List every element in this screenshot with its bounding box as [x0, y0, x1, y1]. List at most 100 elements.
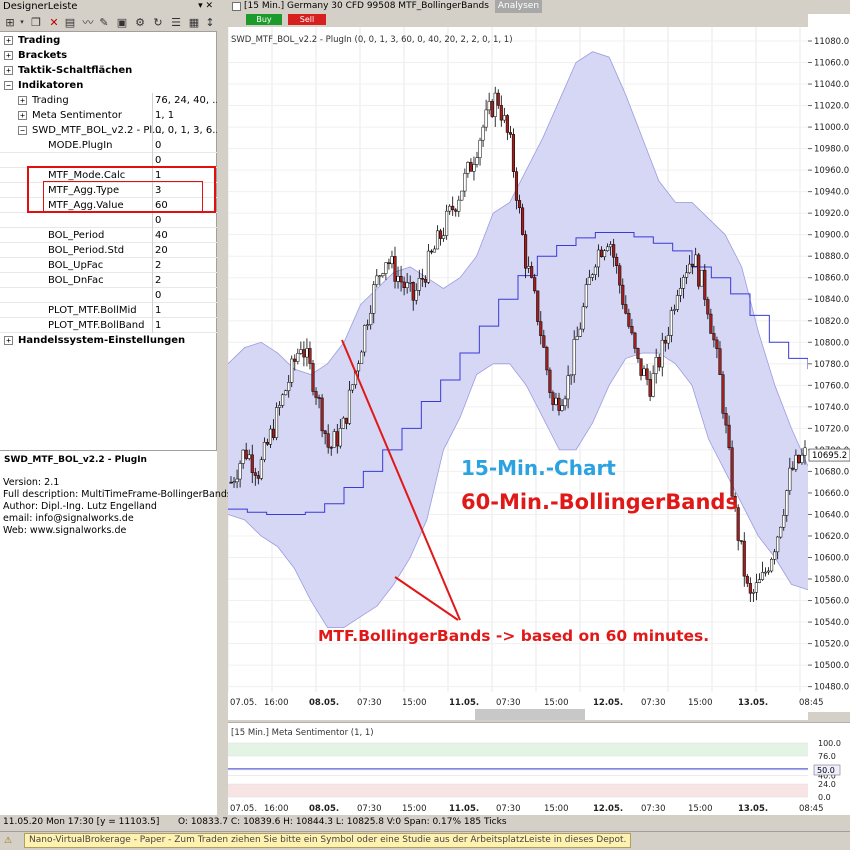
add-icon[interactable]: ⊞	[2, 15, 18, 30]
expand-icon[interactable]: −	[18, 126, 27, 135]
candle	[420, 278, 424, 280]
tree-row-value[interactable]: 76, 24, 40, ...	[155, 93, 217, 108]
tree-row[interactable]: + Meta Sentimentor 1, 1	[0, 108, 217, 123]
buy-button[interactable]: Buy	[246, 14, 282, 25]
price-tick-label: 10660.0	[814, 489, 849, 499]
tree-row[interactable]: 0	[0, 213, 217, 228]
tree-row[interactable]: + Brackets	[0, 48, 217, 63]
tree-row[interactable]: − SWD_MTF_BOL_v2.2 - Pl... 0, 0, 1, 3, 6..…	[0, 123, 217, 138]
refresh-icon[interactable]: ↻	[150, 15, 166, 30]
main-chart[interactable]: SWD_MTF_BOL_v2.2 - PlugIn (0, 0, 1, 3, 6…	[227, 27, 809, 692]
price-tick-label: 10960.0	[814, 166, 849, 176]
tree-row-value[interactable]: 20	[155, 243, 217, 258]
tree-row-value[interactable]: 0	[155, 138, 217, 153]
candle	[457, 199, 461, 212]
tree-row[interactable]: 0	[0, 288, 217, 303]
candle	[408, 282, 412, 284]
candle	[326, 433, 330, 448]
scroll-thumb[interactable]	[475, 709, 585, 720]
indicator-icon[interactable]: 〰	[80, 15, 96, 30]
candle	[742, 540, 746, 577]
tree-row-value[interactable]: 0	[155, 288, 217, 303]
bollinger-band-area	[228, 51, 808, 628]
tree-row[interactable]: + Taktik-Schaltflächen	[0, 63, 217, 78]
candle	[685, 272, 689, 278]
candle	[472, 164, 476, 172]
settings-icon[interactable]: ⚙	[132, 15, 148, 30]
expand-icon[interactable]: +	[18, 96, 27, 105]
candle	[235, 478, 239, 483]
script-icon[interactable]: ▤	[62, 15, 78, 30]
candle	[511, 134, 515, 172]
tree-row-value[interactable]: 40	[155, 228, 217, 243]
pin-icon[interactable]: ▾ ✕	[198, 0, 213, 13]
tree-row[interactable]: BOL_Period.Std 20	[0, 243, 217, 258]
sentimentor-chart[interactable]: 100.076.050.040.024.00.050.0[15 Min.] Me…	[228, 722, 850, 815]
sort-icon[interactable]: ↕	[202, 15, 218, 30]
system-icon[interactable]: ✎	[96, 15, 112, 30]
tree-row[interactable]: BOL_Period 40	[0, 228, 217, 243]
candle	[767, 570, 771, 573]
tree-row[interactable]: PLOT_MTF.BollMid 1	[0, 303, 217, 318]
tree-row-value[interactable]: 2	[155, 273, 217, 288]
tree-row[interactable]: BOL_UpFac 2	[0, 258, 217, 273]
candle	[460, 190, 464, 201]
sentimentor-legend: [15 Min.] Meta Sentimentor (1, 1)	[231, 728, 374, 738]
candle	[496, 92, 500, 106]
candle	[757, 579, 761, 583]
depot-message: Nano-VirtualBrokerage - Paper - Zum Trad…	[24, 833, 632, 848]
analysen-button[interactable]: Analysen	[494, 0, 543, 13]
chart-checkbox[interactable]	[232, 2, 241, 11]
candle	[530, 266, 534, 278]
price-tick-label: 10680.0	[814, 467, 849, 477]
tree-row[interactable]: + Trading	[0, 33, 217, 48]
candle	[317, 397, 321, 399]
tree-row[interactable]: BOL_DnFac 2	[0, 273, 217, 288]
candle	[721, 374, 725, 414]
list-icon[interactable]: ☰	[168, 15, 184, 30]
expand-icon[interactable]: +	[4, 51, 13, 60]
save-icon[interactable]: ▣	[114, 15, 130, 30]
candle	[275, 407, 279, 438]
expand-icon[interactable]: +	[4, 66, 13, 75]
price-axis[interactable]: 11080.0 11060.0 11040.0 11020.0 11000.0 10980…	[808, 14, 850, 694]
tree-row-value[interactable]: 2	[155, 258, 217, 273]
dropdown-icon[interactable]: ▾	[18, 15, 26, 30]
tree-row-value[interactable]: 1	[155, 318, 217, 333]
candle	[748, 583, 752, 594]
time-tick-label: 08:45	[799, 698, 824, 708]
expand-icon[interactable]: +	[18, 111, 27, 120]
candle	[432, 248, 437, 253]
candle	[524, 234, 528, 269]
properties-icon[interactable]: ▦	[186, 15, 202, 30]
tree-row-label: Brackets	[18, 50, 68, 61]
candle	[621, 284, 625, 305]
price-tick-label: 10620.0	[814, 532, 849, 542]
candle	[666, 335, 670, 344]
candle	[797, 454, 801, 463]
tree-row[interactable]: + Handelssystem-Einstellungen	[0, 333, 217, 348]
tree-row-value[interactable]: 0	[155, 213, 217, 228]
price-tick-label: 11040.0	[814, 80, 849, 90]
candle	[302, 349, 306, 358]
sell-button[interactable]: Sell	[288, 14, 326, 25]
copy-icon[interactable]: ❐	[28, 15, 44, 30]
expand-icon[interactable]: −	[4, 81, 13, 90]
tree-row[interactable]: + Trading 76, 24, 40, ...	[0, 93, 217, 108]
candle	[439, 230, 443, 239]
candle	[551, 392, 555, 405]
candle	[399, 276, 403, 283]
tree-row-value[interactable]: 1	[155, 303, 217, 318]
sentimentor-tick-label: 0.0	[818, 793, 831, 802]
candle	[442, 235, 446, 239]
tree-row[interactable]: MODE.PlugIn 0	[0, 138, 217, 153]
tree-row-value[interactable]: 0, 0, 1, 3, 6...	[155, 123, 217, 138]
candle	[296, 353, 300, 362]
tree-row[interactable]: − Indikatoren	[0, 78, 217, 93]
expand-icon[interactable]: +	[4, 36, 13, 45]
expand-icon[interactable]: +	[4, 336, 13, 345]
tree-row[interactable]: PLOT_MTF.BollBand 1	[0, 318, 217, 333]
delete-icon[interactable]: ✕	[46, 15, 62, 30]
time-tick-label: 12.05.	[593, 698, 623, 708]
tree-row-value[interactable]: 1, 1	[155, 108, 217, 123]
